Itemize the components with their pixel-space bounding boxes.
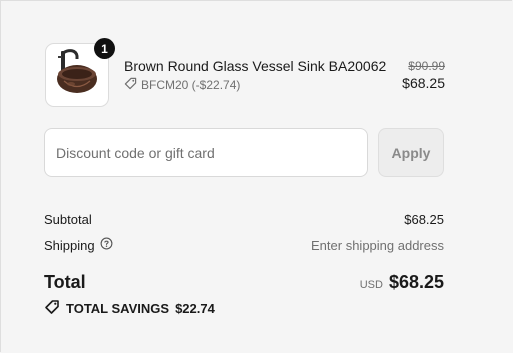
subtotal-value: $68.25 [404, 212, 444, 227]
original-price: $90.99 [408, 59, 445, 73]
product-title: Brown Round Glass Vessel Sink BA20062 [124, 58, 387, 74]
applied-discount: BFCM20 (-$22.74) [124, 77, 240, 93]
order-summary-panel: 1 Brown Round Glass Vessel Sink BA20062 … [0, 0, 512, 352]
shipping-row: Shipping Enter shipping address [44, 237, 444, 253]
total-row: Total USD $68.25 [44, 272, 444, 293]
tag-icon [124, 77, 137, 93]
shipping-label-group: Shipping [44, 237, 113, 253]
currency-code: USD [359, 279, 383, 291]
shipping-value: Enter shipping address [311, 237, 444, 253]
total-amount: $68.25 [388, 272, 444, 292]
total-amount-group: USD $68.25 [360, 272, 444, 293]
discount-code-label: BFCM20 (-$22.74) [141, 78, 241, 92]
discount-code-input[interactable] [44, 128, 368, 177]
current-price: $68.25 [402, 75, 445, 91]
question-circle-icon[interactable] [100, 237, 113, 253]
total-label: Total [44, 272, 86, 292]
shipping-label: Shipping [44, 237, 95, 253]
subtotal-row: Subtotal $68.25 [44, 212, 444, 227]
total-savings: TOTAL SAVINGS $22.74 [44, 299, 215, 318]
subtotal-label: Subtotal [44, 212, 92, 227]
savings-value: $22.74 [175, 301, 215, 316]
quantity-badge: 1 [94, 38, 115, 59]
apply-button[interactable]: Apply [378, 128, 444, 177]
line-item: 1 Brown Round Glass Vessel Sink BA20062 … [45, 38, 445, 107]
savings-label: TOTAL SAVINGS [66, 301, 170, 316]
tag-icon [44, 299, 60, 318]
